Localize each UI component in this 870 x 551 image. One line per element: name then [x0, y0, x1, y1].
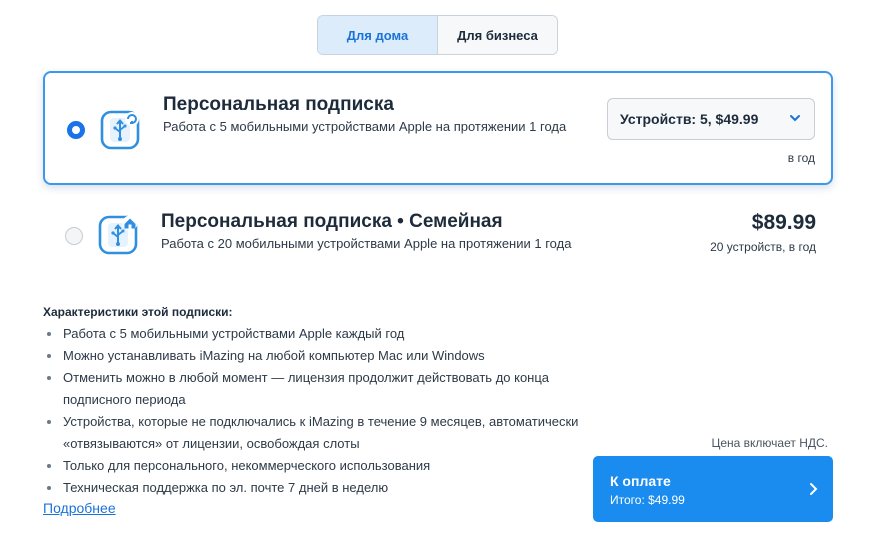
- feature-text: Можно устанавливать iMazing на любой ком…: [63, 348, 485, 363]
- features-title: Характеристики этой подписки:: [43, 305, 233, 319]
- more-info-link[interactable]: Подробнее: [43, 500, 116, 516]
- plan-card-personal[interactable]: Персональная подписка Работа с 5 мобильн…: [43, 71, 833, 185]
- checkout-button[interactable]: К оплате Итого: $49.99: [593, 456, 833, 522]
- price-period: в год: [787, 151, 815, 165]
- checkout-title: К оплате: [610, 473, 671, 489]
- plan-radio-family[interactable]: [65, 227, 83, 245]
- features-list: Работа с 5 мобильными устройствами Apple…: [43, 323, 583, 499]
- device-count-value: Устройств: 5, $49.99: [620, 111, 759, 127]
- bullet-icon: [47, 376, 51, 380]
- feature-text: Отменить можно в любой момент — лицензия…: [63, 370, 550, 407]
- plan-description: Работа с 20 мобильными устройствами Appl…: [161, 236, 572, 251]
- feature-text: Работа с 5 мобильными устройствами Apple…: [63, 326, 405, 341]
- plan-price-details: 20 устройств, в год: [710, 240, 816, 254]
- chevron-down-icon: [790, 115, 800, 122]
- feature-text: Техническая поддержка по эл. почте 7 дне…: [63, 480, 389, 495]
- list-item: Отменить можно в любой момент — лицензия…: [43, 367, 583, 411]
- plan-card-family[interactable]: Персональная подписка • Семейная Работа …: [43, 197, 833, 279]
- list-item: Можно устанавливать iMazing на любой ком…: [43, 345, 583, 367]
- plan-radio-personal[interactable]: [67, 121, 85, 139]
- vat-note: Цена включает НДС.: [711, 436, 828, 450]
- subscription-features: Характеристики этой подписки: Работа с 5…: [43, 305, 583, 518]
- plan-price: $89.99: [751, 211, 816, 234]
- plan-type-tabs: Для дома Для бизнеса: [317, 15, 558, 55]
- bullet-icon: [47, 354, 51, 358]
- usb-sync-icon: [100, 110, 140, 150]
- chevron-right-icon: [810, 483, 818, 495]
- device-count-select[interactable]: Устройств: 5, $49.99: [607, 98, 815, 140]
- list-item: Техническая поддержка по эл. почте 7 дне…: [43, 477, 583, 499]
- bullet-icon: [47, 332, 51, 336]
- checkout-total: Итого: $49.99: [610, 493, 685, 507]
- plan-title: Персональная подписка: [163, 94, 394, 115]
- plan-description: Работа с 5 мобильными устройствами Apple…: [163, 119, 567, 134]
- bullet-icon: [47, 486, 51, 490]
- list-item: Устройства, которые не подключались к iM…: [43, 411, 583, 455]
- bullet-icon: [47, 464, 51, 468]
- list-item: Работа с 5 мобильными устройствами Apple…: [43, 323, 583, 345]
- bullet-icon: [47, 420, 51, 424]
- plan-title: Персональная подписка • Семейная: [161, 211, 503, 232]
- list-item: Только для персонального, некоммерческог…: [43, 455, 583, 477]
- tab-home[interactable]: Для дома: [318, 16, 438, 54]
- tab-business[interactable]: Для бизнеса: [438, 16, 557, 54]
- usb-family-icon: [98, 215, 138, 255]
- feature-text: Устройства, которые не подключались к iM…: [63, 414, 579, 451]
- feature-text: Только для персонального, некоммерческог…: [63, 458, 431, 473]
